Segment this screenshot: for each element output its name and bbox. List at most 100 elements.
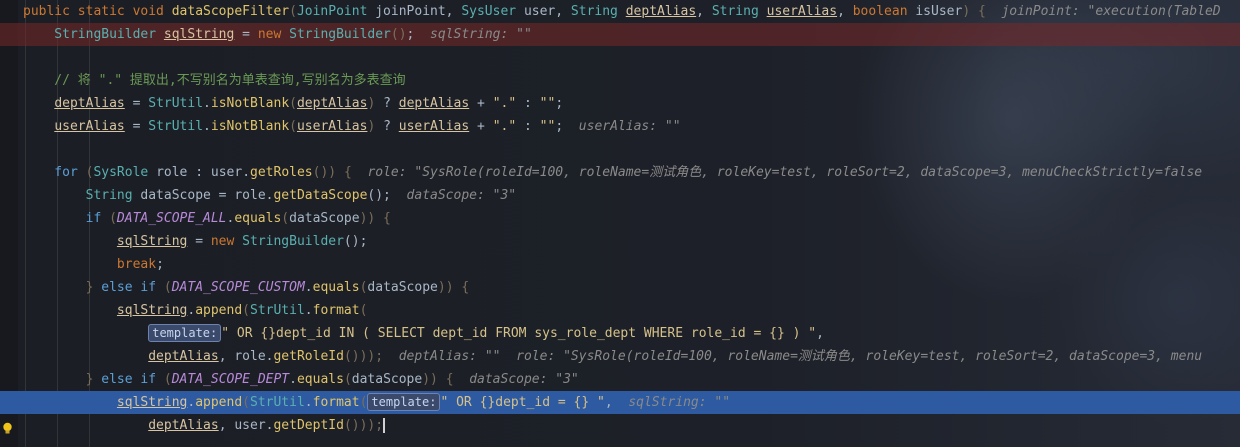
code-line-text[interactable]: template: " OR {}dept_id IN ( SELECT dept… <box>23 322 824 345</box>
code-token: ( <box>289 4 297 19</box>
code-line-text[interactable]: userAlias = StrUtil.isNotBlank(userAlias… <box>23 115 680 138</box>
code-token: , <box>604 395 629 410</box>
code-line[interactable]: } else if (DATA_SCOPE_CUSTOM.equals(data… <box>0 276 1240 299</box>
code-token: userAlias <box>398 119 470 134</box>
code-token: ()) { <box>312 165 368 180</box>
code-line[interactable]: // 将 "." 提取出,不写别名为单表查询,写别名为多表查询 <box>0 69 1240 92</box>
code-token: String <box>711 4 767 19</box>
code-token: (); <box>367 188 407 203</box>
code-line-text[interactable]: public static void dataScopeFilter(JoinP… <box>23 0 1221 23</box>
code-token: deptAlias <box>148 418 219 433</box>
code-token: ? <box>375 119 399 134</box>
code-token: new <box>257 27 290 42</box>
code-token: + <box>469 96 493 111</box>
code-line[interactable]: deptAlias = StrUtil.isNotBlank(deptAlias… <box>0 92 1240 115</box>
code-token: : <box>187 165 211 180</box>
code-token: sqlString <box>116 303 188 318</box>
code-line[interactable]: if (DATA_SCOPE_ALL.equals(dataScope)) { <box>0 207 1240 230</box>
code-line[interactable]: sqlString.append(StrUtil.format(template… <box>0 391 1240 414</box>
code-line-text[interactable]: for (SysRole role : user.getRoles()) { r… <box>23 161 1202 184</box>
code-token: , <box>837 4 853 19</box>
code-line-text[interactable]: sqlString = new StringBuilder(); <box>23 230 367 253</box>
code-line[interactable]: break; <box>0 253 1240 276</box>
code-token: ( <box>343 372 352 387</box>
code-token: StringBuilder <box>289 27 391 42</box>
code-token: ) { <box>962 4 1002 19</box>
code-token: sqlString <box>116 234 188 249</box>
inline-debug-value: dataScope: "3" <box>406 188 517 203</box>
code-line-text[interactable]: StringBuilder sqlString = new StringBuil… <box>23 23 531 46</box>
code-token: = <box>124 96 149 111</box>
code-token: , <box>218 418 235 433</box>
parameter-hint-badge: template: <box>148 324 222 342</box>
code-token: deptAlias <box>54 96 125 111</box>
code-token: equals <box>312 280 360 295</box>
code-line-text[interactable]: } else if (DATA_SCOPE_CUSTOM.equals(data… <box>23 276 470 299</box>
code-line-text[interactable]: } else if (DATA_SCOPE_DEPT.equals(dataSc… <box>23 368 579 391</box>
code-line[interactable]: template: " OR {}dept_id IN ( SELECT dept… <box>0 322 1240 345</box>
inline-debug-value: joinPoint: "execution(TableD <box>1001 4 1221 19</box>
code-line-text[interactable]: // 将 "." 提取出,不写别名为单表查询,写别名为多表查询 <box>23 69 405 92</box>
code-token: = <box>210 188 235 203</box>
code-line[interactable] <box>0 46 1240 69</box>
code-token: StrUtil <box>250 395 305 410</box>
code-token: user <box>210 165 243 180</box>
code-token: dataScopeFilter <box>171 4 290 19</box>
code-token: : <box>516 119 540 134</box>
code-token: () <box>390 27 407 42</box>
code-line[interactable]: } else if (DATA_SCOPE_DEPT.equals(dataSc… <box>0 368 1240 391</box>
code-line-text[interactable]: if (DATA_SCOPE_ALL.equals(dataScope)) { <box>23 207 391 230</box>
code-token: joinPoint, <box>375 4 462 19</box>
code-token: SysRole <box>93 165 157 180</box>
text-caret <box>383 418 386 433</box>
code-token: StrUtil <box>148 119 204 134</box>
code-token: ; <box>156 257 164 272</box>
code-token: } <box>23 280 102 295</box>
code-token: isNotBlank <box>210 96 290 111</box>
code-token: . <box>304 280 313 295</box>
code-token: equals <box>234 211 282 226</box>
code-line[interactable]: deptAlias, role.getRoleId())); deptAlias… <box>0 345 1240 368</box>
code-token: String <box>23 188 141 203</box>
code-line[interactable] <box>0 138 1240 161</box>
code-line[interactable]: StringBuilder sqlString = new StringBuil… <box>0 23 1240 46</box>
code-token: : <box>516 96 540 111</box>
code-token: equals <box>296 372 344 387</box>
code-line[interactable]: deptAlias, user.getDeptId())); <box>0 414 1240 437</box>
code-line-text[interactable]: sqlString.append(StrUtil.format( <box>23 299 368 322</box>
code-token: , <box>218 349 235 364</box>
code-token: format <box>312 303 360 318</box>
code-token: userAlias <box>766 4 838 19</box>
code-token: else if <box>101 372 164 387</box>
code-token: . <box>304 303 313 318</box>
code-token: StrUtil <box>250 303 305 318</box>
code-line[interactable]: sqlString = new StringBuilder(); <box>0 230 1240 253</box>
code-token: ; <box>555 119 579 134</box>
code-token: append <box>195 395 243 410</box>
code-line-text[interactable]: String dataScope = role.getDataScope(); … <box>23 184 517 207</box>
code-token: role <box>234 188 266 203</box>
code-token: ())); <box>343 349 399 364</box>
code-token: DATA_SCOPE_ALL <box>116 211 227 226</box>
code-line-text[interactable]: break; <box>23 253 164 276</box>
code-token: getDataScope <box>273 188 368 203</box>
code-line-text[interactable]: deptAlias, role.getRoleId())); deptAlias… <box>23 345 1202 368</box>
code-token: DATA_SCOPE_DEPT <box>171 372 290 387</box>
code-line[interactable]: userAlias = StrUtil.isNotBlank(userAlias… <box>0 115 1240 138</box>
code-token: user <box>234 418 266 433</box>
code-line[interactable]: public static void dataScopeFilter(JoinP… <box>0 0 1240 23</box>
code-token: role <box>234 349 266 364</box>
code-line[interactable]: sqlString.append(StrUtil.format( <box>0 299 1240 322</box>
code-line[interactable]: String dataScope = role.getDataScope(); … <box>0 184 1240 207</box>
code-token: dataScope <box>367 280 438 295</box>
code-line-text[interactable]: deptAlias = StrUtil.isNotBlank(deptAlias… <box>23 92 563 115</box>
code-token: . <box>242 165 251 180</box>
code-token: = <box>124 119 149 134</box>
code-token: ( <box>109 211 117 226</box>
code-line[interactable]: for (SysRole role : user.getRoles()) { r… <box>0 161 1240 184</box>
code-token: , <box>696 4 712 19</box>
lightbulb-icon[interactable] <box>2 422 13 435</box>
code-line-text[interactable]: sqlString.append(StrUtil.format(template… <box>23 391 730 414</box>
code-line-text[interactable]: deptAlias, user.getDeptId())); <box>23 414 386 437</box>
code-token: dataScope <box>289 211 360 226</box>
